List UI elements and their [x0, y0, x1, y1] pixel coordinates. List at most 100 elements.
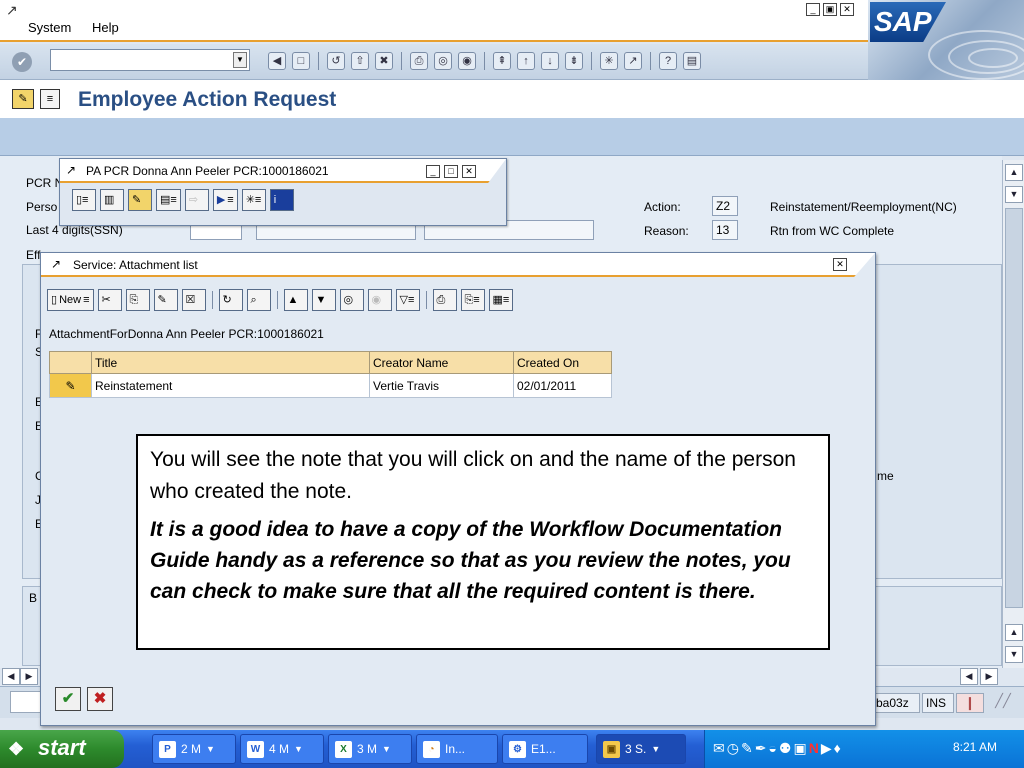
mail-icon[interactable]: ✉	[713, 740, 725, 757]
users-icon[interactable]: ⚉	[779, 740, 792, 757]
minimize-icon[interactable]: _	[806, 3, 820, 16]
new-button[interactable]: ▯ New ≡	[47, 289, 94, 311]
find-next-icon[interactable]: ◉	[458, 52, 476, 70]
start-button[interactable]: ❖ start	[0, 730, 124, 768]
note-icon[interactable]: ✎	[741, 740, 753, 757]
restore-icon[interactable]: ▣	[823, 3, 837, 16]
export-icon[interactable]: ⎘≡	[460, 289, 485, 311]
find-icon[interactable]: ◎	[434, 52, 452, 70]
reason-code-field[interactable]: 13	[712, 220, 738, 240]
minimize-icon[interactable]: _	[426, 165, 440, 178]
last-page-icon[interactable]: ⇟	[565, 52, 583, 70]
import-icon[interactable]: ⎘	[125, 289, 150, 311]
details-icon[interactable]: ⌕	[246, 289, 271, 311]
cancel-icon[interactable]: ✖	[87, 687, 113, 711]
window-menu-icon[interactable]: ↗	[66, 163, 76, 177]
spark-icon[interactable]: ✳≡	[241, 189, 266, 211]
back-nav-icon[interactable]: ↺	[327, 52, 345, 70]
scroll-left-icon[interactable]: ◀	[2, 668, 20, 685]
layout-icon[interactable]: ▦≡	[488, 289, 514, 311]
link-icon[interactable]: ✂	[97, 289, 122, 311]
column-creator[interactable]: Creator Name	[369, 351, 514, 374]
pcr-icon[interactable]: ✎	[12, 89, 34, 109]
network-icon[interactable]: ◒	[768, 740, 776, 757]
edit-icon[interactable]: ✎	[128, 189, 152, 211]
cell-title[interactable]: Reinstatement	[91, 373, 370, 398]
scroll-left-icon-2[interactable]: ◀	[960, 668, 978, 685]
instruction-callout: You will see the note that you will clic…	[136, 434, 830, 650]
scroll-right-icon-2[interactable]: ▶	[980, 668, 998, 685]
save-icon[interactable]: ▤≡	[156, 189, 181, 211]
filter-icon[interactable]: ▽≡	[395, 289, 420, 311]
sort-desc-icon[interactable]: ▼	[311, 289, 336, 311]
next-page-icon[interactable]: ↓	[541, 52, 559, 70]
column-title[interactable]: Title	[91, 351, 370, 374]
task-button-word[interactable]: W 4 M ▼	[240, 734, 324, 764]
maximize-icon[interactable]: □	[444, 165, 458, 178]
close-icon[interactable]: ✕	[840, 3, 854, 16]
print-icon[interactable]: ⎙	[432, 289, 457, 311]
exit-icon[interactable]: ⇧	[351, 52, 369, 70]
help-icon[interactable]: ?	[659, 52, 677, 70]
close-icon[interactable]: ✕	[833, 258, 847, 271]
news-icon[interactable]: N	[809, 740, 819, 757]
attachment-window-title: Service: Attachment list	[73, 258, 198, 272]
back-icon[interactable]: ◀	[268, 52, 286, 70]
menu-help[interactable]: Help	[92, 20, 119, 35]
scroll-up-icon-2[interactable]: ▲	[1005, 624, 1023, 641]
vertical-scrollbar[interactable]: ▲ ▼ ▲ ▼	[1002, 160, 1024, 668]
confirm-icon[interactable]: ✔	[55, 687, 81, 711]
task-button-presentation[interactable]: P 2 M ▼	[152, 734, 236, 764]
media-icon[interactable]: ▶	[821, 740, 832, 757]
menu-system[interactable]: System	[28, 20, 71, 35]
command-history-icon[interactable]: ▼	[233, 52, 247, 68]
monitor-icon[interactable]: ▣	[793, 740, 806, 757]
command-field[interactable]: ▼	[50, 49, 250, 71]
insert-mode[interactable]: INS	[922, 693, 954, 713]
save-icon[interactable]: □	[292, 52, 310, 70]
sort-asc-icon[interactable]: ▲	[283, 289, 308, 311]
resize-grip-icon[interactable]: ╱╱	[988, 693, 1018, 713]
scroll-up-icon[interactable]: ▲	[1005, 164, 1023, 181]
task-button-browser[interactable]: ◔ In...	[416, 734, 498, 764]
security-icon[interactable]: ♦	[834, 740, 841, 757]
pcr-window-titlebar: ↗ PA PCR Donna Ann Peeler PCR:1000186021…	[60, 159, 506, 183]
application-toolbar	[0, 118, 1024, 156]
info-icon[interactable]: i	[269, 189, 294, 211]
enter-icon[interactable]: ✔	[12, 52, 32, 72]
clock-app-icon[interactable]: ◷	[727, 740, 739, 757]
scroll-down-icon[interactable]: ▼	[1005, 186, 1023, 203]
print-icon[interactable]: ⎙	[410, 52, 428, 70]
pen-icon[interactable]: ✒	[755, 740, 767, 757]
clock[interactable]: 8:21 AM	[953, 740, 997, 754]
edit-icon[interactable]: ✎	[153, 289, 178, 311]
row-note-icon[interactable]: ✎	[49, 373, 92, 398]
scroll-right-icon[interactable]: ▶	[20, 668, 38, 685]
task-button-folder[interactable]: ▣ 3 S. ▼	[596, 734, 686, 764]
close-icon[interactable]: ✕	[462, 165, 476, 178]
play-icon[interactable]: ▶ ≡	[212, 189, 238, 211]
select-all-cell[interactable]	[49, 351, 92, 374]
action-code-field[interactable]: Z2	[712, 196, 738, 216]
scroll-thumb[interactable]	[1005, 208, 1023, 608]
layout-icon[interactable]: ▤	[683, 52, 701, 70]
trash-icon[interactable]: ▥	[100, 189, 124, 211]
document-icon[interactable]: ▯≡	[72, 189, 96, 211]
delete-icon[interactable]: ☒	[181, 289, 206, 311]
cancel-icon[interactable]: ✖	[375, 52, 393, 70]
system-menu-icon[interactable]: ↗	[6, 2, 18, 19]
shortcut-icon[interactable]: ↗	[624, 52, 642, 70]
prev-page-icon[interactable]: ↑	[517, 52, 535, 70]
menu-icon[interactable]: ≡	[40, 89, 60, 109]
refresh-icon[interactable]: ↻	[218, 289, 243, 311]
find-icon[interactable]: ◎	[339, 289, 364, 311]
task-button-sap[interactable]: ⚙ E1...	[502, 734, 588, 764]
table-row[interactable]: ✎ Reinstatement Vertie Travis 02/01/2011	[49, 373, 612, 398]
new-session-icon[interactable]: ✳	[600, 52, 618, 70]
first-page-icon[interactable]: ⇞	[493, 52, 511, 70]
column-created-on[interactable]: Created On	[513, 351, 612, 374]
scroll-down-icon-2[interactable]: ▼	[1005, 646, 1023, 663]
task-button-excel[interactable]: X 3 M ▼	[328, 734, 412, 764]
person-label: Perso	[26, 200, 58, 214]
window-menu-icon[interactable]: ↗	[51, 257, 61, 271]
